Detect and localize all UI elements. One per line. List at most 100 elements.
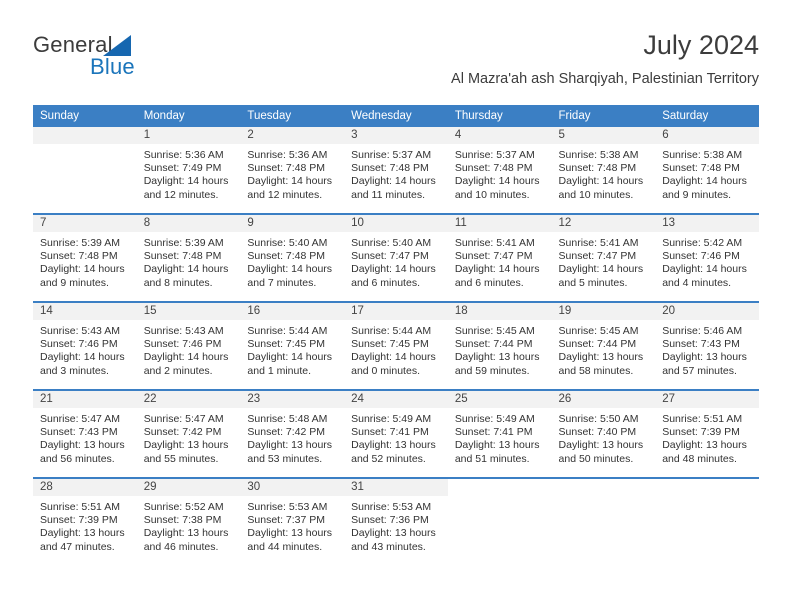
calendar-day-cell[interactable]: 19 Sunrise: 5:45 AM Sunset: 7:44 PM Dayligh…: [551, 302, 656, 391]
day-detail-line: and 9 minutes.: [662, 188, 732, 201]
day-detail-line: Sunset: 7:44 PM: [558, 338, 637, 351]
calendar-day-cell[interactable]: 22 Sunrise: 5:47 AM Sunset: 7:42 PM Dayligh…: [136, 390, 241, 479]
day-detail-line: and 7 minutes.: [247, 276, 317, 289]
day-detail-line: and 2 minutes.: [143, 364, 213, 377]
day-detail-line: Sunrise: 5:51 AM: [40, 501, 120, 513]
calendar-day-cell[interactable]: 2 Sunrise: 5:36 AM Sunset: 7:48 PM Daylight…: [240, 127, 345, 215]
calendar-day-cell[interactable]: 13 Sunrise: 5:42 AM Sunset: 7:46 PM Dayligh…: [655, 214, 759, 303]
day-details: Sunrise: 5:45 AM Sunset: 7:44 PM Daylight:…: [552, 320, 656, 378]
day-detail-line: Daylight: 14 hours: [40, 263, 125, 276]
day-details: Sunrise: 5:41 AM Sunset: 7:47 PM Daylight:…: [552, 232, 656, 290]
day-detail-line: Sunrise: 5:44 AM: [351, 325, 432, 337]
day-detail-line: Sunrise: 5:41 AM: [454, 237, 535, 249]
day-detail-line: Sunrise: 5:51 AM: [662, 413, 743, 425]
general-blue-logo[interactable]: General Blue: [33, 32, 213, 84]
day-detail-line: Sunset: 7:48 PM: [351, 162, 429, 175]
calendar-day-cell[interactable]: 1 Sunrise: 5:36 AM Sunset: 7:49 PM Daylight…: [136, 127, 241, 215]
calendar-day-cell[interactable]: 26 Sunrise: 5:50 AM Sunset: 7:40 PM Dayligh…: [551, 390, 656, 479]
day-detail-line: Sunset: 7:48 PM: [247, 250, 326, 263]
day-detail-line: Sunset: 7:48 PM: [454, 162, 533, 175]
day-details: Sunrise: 5:39 AM Sunset: 7:48 PM Daylight:…: [33, 232, 137, 290]
day-detail-line: Sunset: 7:43 PM: [40, 426, 118, 439]
calendar-day-cell[interactable]: 5 Sunrise: 5:38 AM Sunset: 7:48 PM Daylight…: [551, 127, 656, 215]
day-detail-line: Daylight: 14 hours: [143, 175, 229, 188]
calendar-week-row: 21 Sunrise: 5:47 AM Sunset: 7:43 PM Dayligh…: [33, 390, 759, 479]
calendar-day-cell[interactable]: 10 Sunrise: 5:40 AM Sunset: 7:47 PM Dayligh…: [344, 214, 448, 303]
day-detail-line: Daylight: 13 hours: [143, 439, 229, 452]
calendar-day-cell[interactable]: 23 Sunrise: 5:48 AM Sunset: 7:42 PM Dayligh…: [240, 390, 345, 479]
weekday-header-wednesday: Wednesday: [344, 105, 448, 127]
calendar-day-cell[interactable]: 21 Sunrise: 5:47 AM Sunset: 7:43 PM Dayligh…: [33, 390, 137, 479]
day-number: 17: [344, 303, 448, 320]
day-details: Sunrise: 5:43 AM Sunset: 7:46 PM Daylight:…: [137, 320, 241, 378]
day-detail-line: and 50 minutes.: [558, 452, 634, 465]
calendar-day-cell[interactable]: 4 Sunrise: 5:37 AM Sunset: 7:48 PM Daylight…: [447, 127, 552, 215]
calendar-day-cell[interactable]: 6 Sunrise: 5:38 AM Sunset: 7:48 PM Daylight…: [655, 127, 759, 215]
day-detail-line: Sunrise: 5:42 AM: [662, 237, 743, 249]
day-detail-line: Sunset: 7:48 PM: [558, 162, 637, 175]
day-detail-line: Sunset: 7:48 PM: [247, 162, 326, 175]
day-detail-line: Sunrise: 5:43 AM: [40, 325, 120, 337]
weekday-header-thursday: Thursday: [447, 105, 552, 127]
day-detail-line: Sunrise: 5:53 AM: [247, 501, 328, 513]
weekday-header-monday: Monday: [136, 105, 241, 127]
calendar-day-cell[interactable]: 29 Sunrise: 5:52 AM Sunset: 7:38 PM Dayligh…: [136, 478, 241, 565]
calendar-empty-cell: [33, 127, 137, 215]
day-detail-line: Sunrise: 5:45 AM: [454, 325, 535, 337]
calendar-day-cell[interactable]: 7 Sunrise: 5:39 AM Sunset: 7:48 PM Daylight…: [33, 214, 137, 303]
calendar-empty-cell: [551, 478, 656, 565]
day-detail-line: and 3 minutes.: [40, 364, 109, 377]
day-number: 21: [33, 391, 137, 408]
day-detail-line: Sunset: 7:42 PM: [247, 426, 326, 439]
calendar-day-cell[interactable]: 27 Sunrise: 5:51 AM Sunset: 7:39 PM Dayligh…: [655, 390, 759, 479]
calendar-day-cell[interactable]: 20 Sunrise: 5:46 AM Sunset: 7:43 PM Dayligh…: [655, 302, 759, 391]
calendar-day-cell[interactable]: 18 Sunrise: 5:45 AM Sunset: 7:44 PM Dayligh…: [447, 302, 552, 391]
day-number: 10: [344, 215, 448, 232]
day-details: Sunrise: 5:46 AM Sunset: 7:43 PM Daylight:…: [655, 320, 759, 378]
day-details: Sunrise: 5:51 AM Sunset: 7:39 PM Daylight:…: [655, 408, 759, 466]
calendar-day-cell[interactable]: 17 Sunrise: 5:44 AM Sunset: 7:45 PM Dayligh…: [344, 302, 448, 391]
day-number: 23: [240, 391, 345, 408]
calendar-day-cell[interactable]: 25 Sunrise: 5:49 AM Sunset: 7:41 PM Dayligh…: [447, 390, 552, 479]
day-number: 31: [344, 479, 448, 496]
calendar-day-cell[interactable]: 9 Sunrise: 5:40 AM Sunset: 7:48 PM Daylight…: [240, 214, 345, 303]
day-detail-line: Daylight: 13 hours: [351, 527, 436, 540]
calendar-day-cell[interactable]: 31 Sunrise: 5:53 AM Sunset: 7:36 PM Dayligh…: [344, 478, 448, 565]
day-detail-line: and 12 minutes.: [143, 188, 219, 201]
day-detail-line: Daylight: 14 hours: [247, 263, 333, 276]
day-number: 25: [447, 391, 552, 408]
calendar-day-cell[interactable]: 15 Sunrise: 5:43 AM Sunset: 7:46 PM Dayligh…: [136, 302, 241, 391]
day-detail-line: Sunrise: 5:43 AM: [143, 325, 224, 337]
page-title: July 2024: [643, 30, 759, 60]
day-details: Sunrise: 5:49 AM Sunset: 7:41 PM Daylight:…: [448, 408, 552, 466]
day-detail-line: and 4 minutes.: [662, 276, 732, 289]
calendar-table: Sunday Monday Tuesday Wednesday Thursday Frid…: [33, 105, 759, 565]
calendar-day-cell[interactable]: 30 Sunrise: 5:53 AM Sunset: 7:37 PM Dayligh…: [240, 478, 345, 565]
calendar-day-cell[interactable]: 8 Sunrise: 5:39 AM Sunset: 7:48 PM Daylight…: [136, 214, 241, 303]
day-detail-line: Daylight: 14 hours: [143, 263, 229, 276]
day-detail-line: and 12 minutes.: [247, 188, 323, 201]
day-detail-line: Sunrise: 5:47 AM: [143, 413, 224, 425]
day-details: Sunrise: 5:40 AM Sunset: 7:48 PM Daylight:…: [240, 232, 344, 290]
calendar-day-cell[interactable]: 14 Sunrise: 5:43 AM Sunset: 7:46 PM Dayligh…: [33, 302, 137, 391]
day-detail-line: Daylight: 13 hours: [454, 351, 540, 364]
calendar-day-cell[interactable]: 16 Sunrise: 5:44 AM Sunset: 7:45 PM Dayligh…: [240, 302, 345, 391]
day-number: 16: [240, 303, 345, 320]
calendar-day-cell[interactable]: 3 Sunrise: 5:37 AM Sunset: 7:48 PM Daylight…: [344, 127, 448, 215]
day-detail-line: Daylight: 13 hours: [40, 439, 125, 452]
calendar-day-cell[interactable]: 28 Sunrise: 5:51 AM Sunset: 7:39 PM Dayligh…: [33, 478, 137, 565]
page-header: General Blue July 2024 Al Mazra'ah ash S…: [33, 28, 759, 98]
calendar-day-cell[interactable]: 12 Sunrise: 5:41 AM Sunset: 7:47 PM Dayligh…: [551, 214, 656, 303]
calendar-day-cell[interactable]: 11 Sunrise: 5:41 AM Sunset: 7:47 PM Dayligh…: [447, 214, 552, 303]
day-detail-line: Sunset: 7:39 PM: [662, 426, 740, 439]
day-detail-line: Sunrise: 5:39 AM: [40, 237, 120, 249]
calendar-day-cell[interactable]: 24 Sunrise: 5:49 AM Sunset: 7:41 PM Dayligh…: [344, 390, 448, 479]
day-detail-line: Sunrise: 5:36 AM: [143, 149, 224, 161]
day-detail-line: and 47 minutes.: [40, 540, 115, 553]
day-number: 28: [33, 479, 137, 496]
day-detail-line: and 5 minutes.: [558, 276, 628, 289]
day-detail-line: Sunrise: 5:45 AM: [558, 325, 639, 337]
day-number: 20: [655, 303, 759, 320]
day-detail-line: and 56 minutes.: [40, 452, 115, 465]
day-detail-line: Sunrise: 5:37 AM: [351, 149, 432, 161]
